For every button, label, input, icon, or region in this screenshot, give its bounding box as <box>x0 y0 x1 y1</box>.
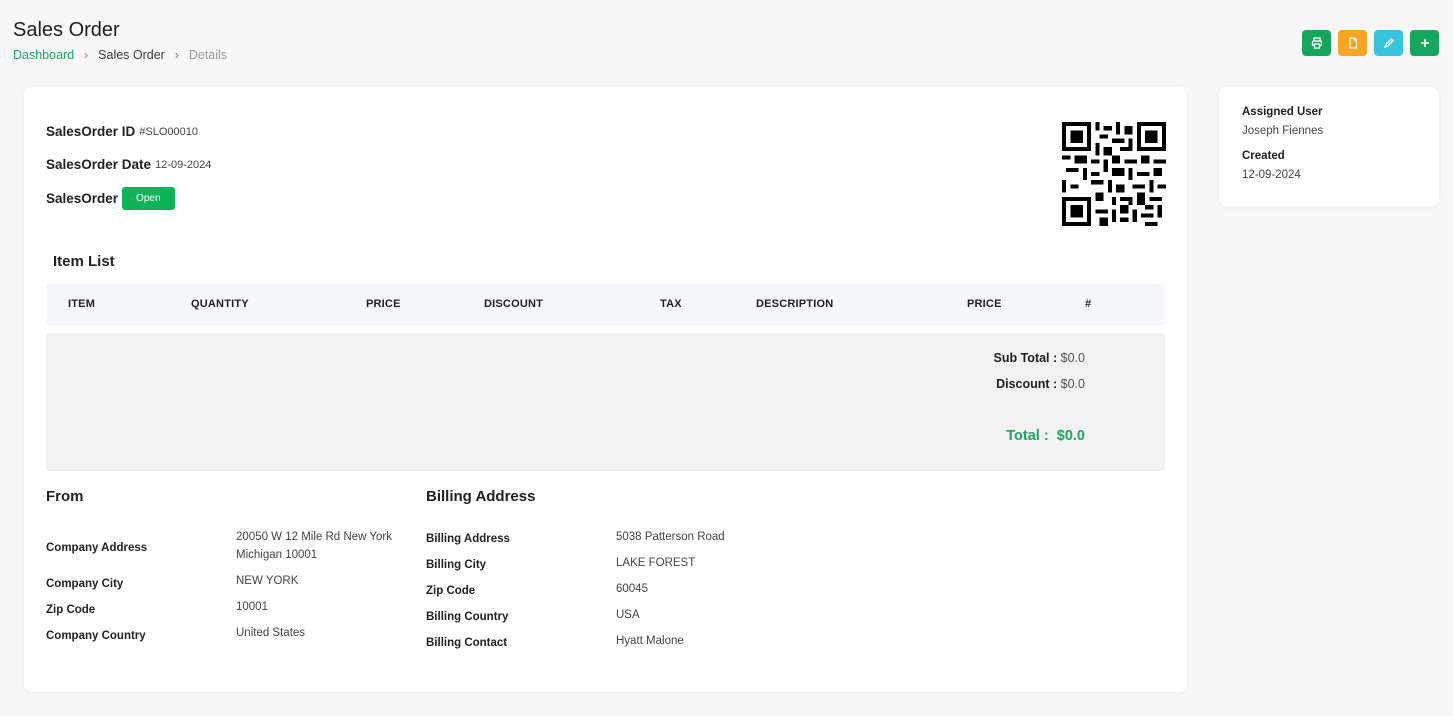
column-header-description: DESCRIPTION <box>756 298 834 310</box>
created-label: Created <box>1242 150 1285 162</box>
created-value: 12-09-2024 <box>1242 169 1301 181</box>
billing-country-value: USA <box>616 609 640 621</box>
column-header-actions: # <box>1085 298 1092 310</box>
action-bar <box>1302 30 1439 56</box>
order-id-value: #SLO00010 <box>139 125 199 138</box>
edit-button[interactable] <box>1374 30 1403 56</box>
assigned-user-value: Joseph Fiennes <box>1242 125 1324 137</box>
discount-value: $0.0 <box>1060 377 1085 391</box>
billing-city-value: LAKE FOREST <box>616 557 696 569</box>
order-status-label: SalesOrder <box>46 191 119 206</box>
discount-row: Discount : $0.0 <box>996 377 1085 391</box>
company-country-label: Company Country <box>46 630 146 642</box>
subtotal-row: Sub Total : $0.0 <box>994 351 1085 365</box>
print-icon <box>1311 37 1322 49</box>
subtotal-label: Sub Total : <box>993 351 1058 365</box>
order-date-value: 12-09-2024 <box>155 158 212 171</box>
item-list-title: Item List <box>53 253 115 270</box>
discount-label: Discount : <box>996 377 1058 391</box>
company-address-line-2: Michigan 10001 <box>236 549 318 561</box>
billing-address-title: Billing Address <box>426 488 536 505</box>
subtotal-value: $0.0 <box>1060 351 1085 365</box>
billing-country-label: Billing Country <box>426 611 509 623</box>
billing-address-label: Billing Address <box>426 533 510 545</box>
page-title: Sales Order <box>13 19 120 41</box>
chevron-right-icon: › <box>84 48 89 62</box>
from-title: From <box>46 488 84 505</box>
order-details-card: SalesOrder ID #SLO00010 SalesOrder Date … <box>24 87 1187 692</box>
company-country-value: United States <box>236 627 306 639</box>
total-value: $0.0 <box>1056 428 1085 444</box>
order-date-label: SalesOrder Date <box>46 157 152 172</box>
pencil-icon <box>1383 38 1394 48</box>
breadcrumb-dashboard-link[interactable]: Dashboard <box>13 48 74 62</box>
company-city-value: NEW YORK <box>236 575 299 587</box>
grand-total-row: Total : $0.0 <box>1006 428 1085 444</box>
order-id-line: SalesOrder ID #SLO00010 <box>46 124 198 139</box>
items-table-header: ITEM QUANTITY PRICE DISCOUNT TAX DESCRIP… <box>46 284 1165 326</box>
print-button[interactable] <box>1302 30 1331 56</box>
company-city-label: Company City <box>46 578 124 590</box>
billing-city-label: Billing City <box>426 559 487 571</box>
column-header-total-price: PRICE <box>967 298 1002 310</box>
billing-zip-label: Zip Code <box>426 585 476 597</box>
assigned-user-label: Assigned User <box>1242 106 1323 118</box>
assignment-card: Assigned User Joseph Fiennes Created 12-… <box>1219 87 1439 206</box>
column-header-quantity: QUANTITY <box>191 298 249 310</box>
chevron-right-icon: › <box>174 48 179 62</box>
column-header-item: ITEM <box>68 298 96 310</box>
billing-zip-value: 60045 <box>616 583 648 595</box>
breadcrumb-sales-order[interactable]: Sales Order <box>98 48 165 62</box>
company-zip-value: 10001 <box>236 601 268 613</box>
order-status-line: SalesOrder Open <box>46 187 175 210</box>
qr-code-icon <box>1062 122 1166 226</box>
billing-address-value: 5038 Patterson Road <box>616 531 725 543</box>
order-date-line: SalesOrder Date 12-09-2024 <box>46 157 211 172</box>
column-header-price: PRICE <box>366 298 401 310</box>
pdf-button[interactable] <box>1338 30 1367 56</box>
breadcrumb-details: Details <box>188 48 228 62</box>
breadcrumb: Dashboard › Sales Order › Details <box>13 48 227 62</box>
billing-contact-value: Hyatt Malone <box>616 635 684 647</box>
order-id-label: SalesOrder ID <box>46 124 136 139</box>
file-icon <box>1348 37 1357 49</box>
total-label: Total : <box>1006 428 1049 444</box>
company-address-value: 20050 W 12 Mile Rd New York Michigan 100… <box>236 528 392 564</box>
add-button[interactable] <box>1410 30 1439 56</box>
plus-icon <box>1420 39 1429 47</box>
company-zip-label: Zip Code <box>46 604 96 616</box>
column-header-tax: TAX <box>660 298 682 310</box>
status-badge: Open <box>122 187 175 210</box>
company-address-line-1: 20050 W 12 Mile Rd New York <box>236 531 392 543</box>
column-header-discount: DISCOUNT <box>484 298 544 310</box>
billing-contact-label: Billing Contact <box>426 637 508 649</box>
totals-box: Sub Total : $0.0 Discount : $0.0 Total :… <box>46 333 1165 471</box>
company-address-label: Company Address <box>46 542 148 554</box>
